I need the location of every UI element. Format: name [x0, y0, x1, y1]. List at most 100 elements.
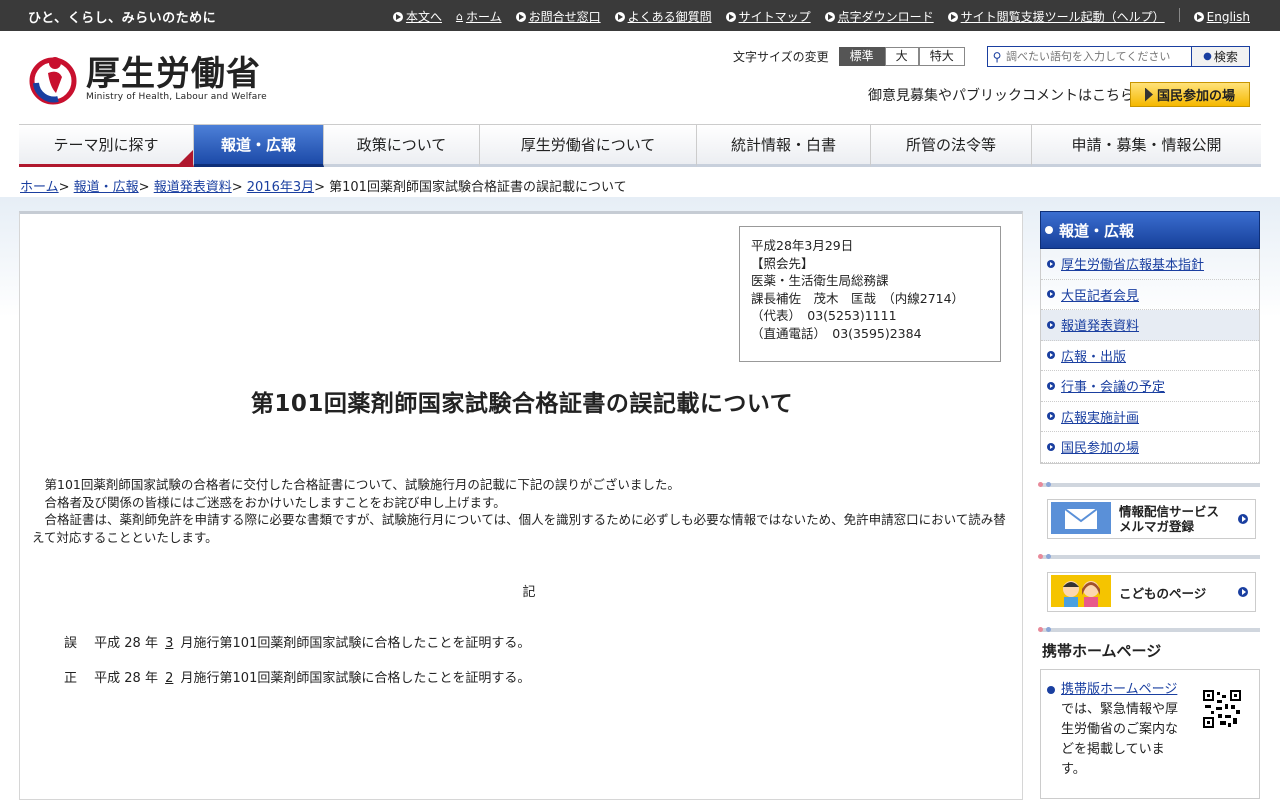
sidebar-heading[interactable]: 報道・広報 [1040, 211, 1260, 249]
breadcrumb-current: 第101回薬剤師国家試験合格証書の誤記載について [329, 180, 627, 195]
mailmagazine-banner[interactable]: 情報配信サービス メルマガ登録 [1047, 499, 1256, 539]
mhlw-logo-icon [28, 53, 78, 105]
divider [1038, 627, 1260, 632]
tagline: ひと、くらし、みらいのために [28, 11, 217, 26]
search-button[interactable]: ● 検索 [1191, 47, 1249, 66]
sidebar: 報道・広報 厚生労働省広報基本指針 大臣記者会見 報道発表資料 広報・出版 行事… [1040, 211, 1260, 464]
public-comment-text: 御意見募集やパブリックコメントはこちら [868, 88, 1134, 104]
kids-icon [1051, 574, 1111, 610]
nav-press[interactable]: 報道・広報 [194, 125, 324, 167]
divider [1038, 482, 1260, 487]
nav-about[interactable]: 厚生労働省について [480, 125, 697, 167]
sidebar-item-pr-plan[interactable]: 広報実施計画 [1041, 402, 1259, 432]
arrow-icon [824, 11, 835, 22]
contact-rep-phone: （代表） 03(5253)1111 [751, 308, 897, 323]
breadcrumb: ホーム> 報道・広報> 報道発表資料> 2016年3月> 第101回薬剤師国家試… [20, 180, 627, 195]
toplink-contact[interactable]: お問合せ窓口 [515, 8, 601, 25]
toplink-faq[interactable]: よくある御質問 [614, 8, 712, 25]
font-size-xlarge[interactable]: 特大 [918, 47, 965, 66]
mobile-heading: 携帯ホームページ [1042, 642, 1162, 660]
toplink-sitemap[interactable]: サイトマップ [725, 8, 811, 25]
arrow-icon [1047, 259, 1055, 268]
corner-arrow-icon [179, 150, 193, 164]
site-logo[interactable]: 厚生労働省 Ministry of Health, Labour and Wel… [28, 53, 267, 105]
logo-subtitle: Ministry of Health, Labour and Welfare [86, 92, 267, 102]
document-body: 第101回薬剤師国家試験の合格者に交付した合格証書について、試験施行月の記載に下… [32, 476, 1007, 546]
font-size-large[interactable]: 大 [884, 47, 919, 66]
sidebar-item-participation[interactable]: 国民参加の場 [1041, 432, 1259, 463]
toplink-skip[interactable]: 本文へ [392, 8, 442, 25]
error-line: 誤 平成 28 年 3 月施行第101回薬剤師国家試験に合格したことを証明する。 [64, 636, 531, 651]
home-icon: ⌂ [455, 10, 463, 23]
contact-person: 課長補佐 茂木 匡哉 （内線2714） [751, 290, 965, 306]
toplink-english[interactable]: English [1193, 8, 1250, 25]
paragraph: 合格証書は、薬剤師免許を申請する際に必要な書類ですが、試験施行月については、個人… [32, 512, 1006, 545]
arrow-icon [1238, 514, 1248, 524]
nav-laws[interactable]: 所管の法令等 [871, 125, 1032, 167]
arrow-icon [1047, 442, 1055, 451]
correction-line: 正 平成 28 年 2 月施行第101回薬剤師国家試験に合格したことを証明する。 [64, 671, 531, 686]
divider [1038, 554, 1260, 559]
arrow-icon [725, 11, 736, 22]
contact-heading: 【照会先】 [751, 255, 814, 271]
arrow-icon [515, 11, 526, 22]
contact-dept: 医薬・生活衛生局総務課 [751, 273, 889, 288]
global-nav: テーマ別に探す 報道・広報 政策について 厚生労働省について 統計情報・白書 所… [19, 124, 1261, 167]
nav-applications[interactable]: 申請・募集・情報公開 [1032, 125, 1261, 167]
qr-code-icon [1203, 690, 1241, 728]
font-size-switcher: 文字サイズの変更 標準 大 特大 [733, 47, 965, 66]
paragraph: 合格者及び関係の皆様にはご迷惑をおかけいたしますことをお詫び申し上げます。 [44, 494, 506, 510]
sidebar-item-publications[interactable]: 広報・出版 [1041, 341, 1259, 371]
search-box: ⚲ ●検索 [987, 46, 1250, 67]
release-date: 平成28年3月29日 [751, 238, 854, 253]
font-size-label: 文字サイズの変更 [733, 50, 829, 64]
breadcrumb-home[interactable]: ホーム [20, 180, 59, 195]
sidebar-item-press-releases[interactable]: 報道発表資料 [1041, 310, 1259, 341]
paragraph: 第101回薬剤師国家試験の合格者に交付した合格証書について、試験施行月の記載に下… [44, 477, 680, 492]
sidebar-item-pr-policy[interactable]: 厚生労働省広報基本指針 [1041, 249, 1259, 280]
mail-icon [1051, 501, 1111, 537]
toplink-assist-tool[interactable]: サイト閲覧支援ツール起動（ヘルプ） [947, 8, 1165, 25]
mobile-description: では、緊急情報や厚生労働省のご案内などを掲載しています。 [1061, 702, 1179, 777]
note-heading: 記 [522, 585, 536, 600]
sidebar-item-events[interactable]: 行事・会議の予定 [1041, 371, 1259, 402]
contact-direct-phone: （直通電話） 03(3595)2384 [751, 325, 922, 341]
breadcrumb-month[interactable]: 2016年3月 [247, 180, 314, 195]
sidebar-item-press-conference[interactable]: 大臣記者会見 [1041, 280, 1259, 310]
arrow-icon [1144, 87, 1153, 102]
arrow-icon [392, 11, 403, 22]
top-bar: ひと、くらし、みらいのために 本文へ ⌂ ホーム お問合せ窓口 よくある御質問 サ… [0, 0, 1280, 31]
kids-page-banner[interactable]: こどものページ [1047, 572, 1256, 612]
arrow-icon [1047, 290, 1055, 299]
search-icon: ⚲ [992, 49, 1002, 64]
arrow-icon [1047, 320, 1055, 329]
arrow-icon [1238, 587, 1248, 597]
kokumin-button[interactable]: 国民参加の場 [1130, 82, 1250, 107]
sidebar-list: 厚生労働省広報基本指針 大臣記者会見 報道発表資料 広報・出版 行事・会議の予定… [1040, 249, 1260, 464]
divider [1178, 8, 1180, 22]
arrow-icon [947, 11, 958, 22]
header: 厚生労働省 Ministry of Health, Labour and Wel… [0, 31, 1280, 124]
arrow-icon [1045, 226, 1053, 234]
arrow-icon: ● [1203, 51, 1212, 62]
mobile-info-box: 携帯版ホームページでは、緊急情報や厚生労働省のご案内などを掲載しています。 [1040, 669, 1260, 799]
nav-statistics[interactable]: 統計情報・白書 [697, 125, 871, 167]
font-size-standard[interactable]: 標準 [838, 47, 885, 66]
page-title: 第101回薬剤師国家試験合格証書の誤記載について [250, 391, 794, 417]
arrow-icon [1047, 381, 1055, 390]
search-input[interactable] [1006, 50, 1191, 63]
breadcrumb-releases[interactable]: 報道発表資料 [154, 180, 232, 195]
contact-box: 平成28年3月29日 【照会先】 医薬・生活衛生局総務課 課長補佐 茂木 匡哉 … [739, 226, 1001, 362]
arrow-icon [1047, 412, 1055, 421]
top-links: 本文へ ⌂ ホーム お問合せ窓口 よくある御質問 サイトマップ 点字ダウンロード … [392, 8, 1250, 25]
toplink-braille[interactable]: 点字ダウンロード [824, 8, 934, 25]
breadcrumb-press[interactable]: 報道・広報 [74, 180, 139, 195]
arrow-icon [1047, 686, 1055, 694]
arrow-icon [1193, 11, 1204, 22]
logo-title: 厚生労働省 [86, 54, 261, 94]
nav-policy[interactable]: 政策について [324, 125, 480, 167]
toplink-home[interactable]: ⌂ ホーム [456, 8, 502, 25]
nav-theme[interactable]: テーマ別に探す [19, 125, 194, 167]
main-content: 平成28年3月29日 【照会先】 医薬・生活衛生局総務課 課長補佐 茂木 匡哉 … [19, 211, 1023, 800]
mobile-site-link[interactable]: 携帯版ホームページ [1061, 682, 1177, 697]
